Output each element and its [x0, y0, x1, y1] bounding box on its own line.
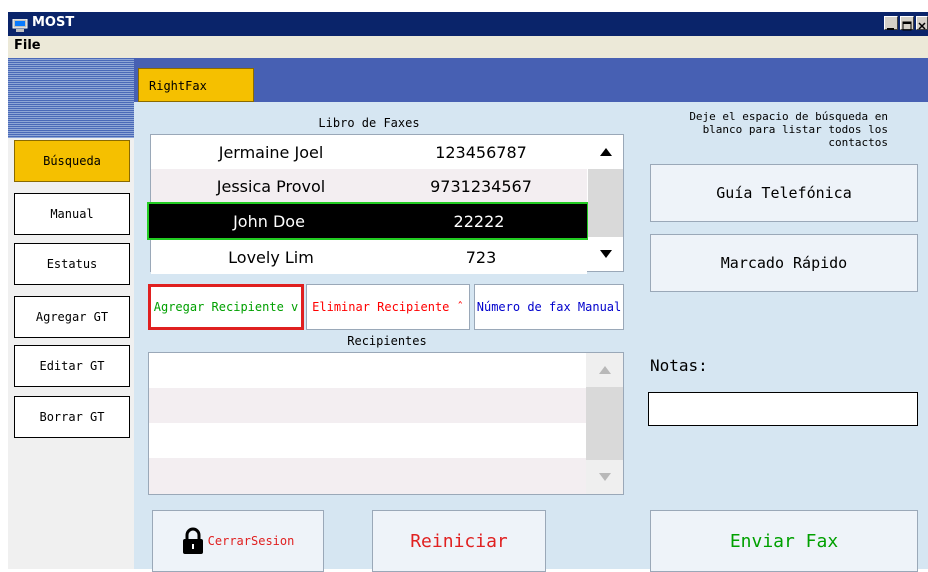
add-recipient-button[interactable]: Agregar Recipiente v — [148, 284, 304, 330]
fax-contact-name: Lovely Lim — [228, 247, 314, 267]
computer-icon — [12, 17, 28, 32]
lock-icon — [182, 527, 203, 554]
fax-contact-name: Jessica Provol — [216, 176, 326, 196]
sidebar-item-agregar-gt[interactable]: Agregar GT — [14, 296, 130, 338]
menu-file[interactable]: File — [14, 38, 41, 53]
scroll-up-button[interactable] — [586, 353, 623, 387]
fax-row-selected[interactable]: John Doe 22222 — [147, 202, 589, 240]
minimize-icon — [887, 28, 894, 30]
close-icon — [918, 22, 926, 30]
close-button[interactable] — [916, 16, 928, 30]
sidebar-header — [8, 58, 134, 138]
fax-row[interactable]: Lovely Lim 723 — [151, 240, 587, 274]
logout-label: CerrarSesion — [207, 534, 295, 548]
search-hint: Deje el espacio de búsqueda en blanco pa… — [689, 110, 888, 149]
triangle-up-icon — [598, 366, 611, 374]
reset-button[interactable]: Reiniciar — [372, 510, 546, 572]
sidebar-item-busqueda[interactable]: Búsqueda — [14, 140, 130, 182]
title-bar — [8, 12, 928, 36]
scroll-down-button[interactable] — [588, 237, 623, 271]
sidebar-item-manual[interactable]: Manual — [14, 193, 130, 235]
list-item[interactable] — [149, 353, 586, 388]
fax-contact-name: John Doe — [233, 211, 305, 231]
triangle-down-icon — [599, 250, 612, 258]
fax-contact-number: 723 — [465, 247, 497, 267]
notes-label: Notas: — [650, 356, 708, 375]
fax-contact-number: 123456787 — [435, 142, 527, 162]
fax-contact-number: 9731234567 — [430, 176, 532, 196]
sidebar-item-estatus[interactable]: Estatus — [14, 243, 130, 285]
list-item[interactable] — [149, 423, 586, 458]
notes-input[interactable] — [648, 392, 918, 426]
maximize-button[interactable] — [900, 16, 914, 31]
recipients-title: Recipientes — [347, 334, 427, 348]
list-item[interactable] — [149, 388, 586, 423]
tab-rightfax[interactable]: RightFax — [138, 68, 254, 102]
maximize-icon — [902, 21, 912, 31]
window-title: MOST — [32, 15, 75, 30]
send-fax-button[interactable]: Enviar Fax — [650, 510, 918, 572]
phone-guide-button[interactable]: Guía Telefónica — [650, 164, 918, 222]
manual-fax-button[interactable]: Número de fax Manual — [474, 284, 624, 330]
sidebar-item-borrar-gt[interactable]: Borrar GT — [14, 396, 130, 438]
scroll-up-button[interactable] — [588, 135, 623, 169]
speed-dial-button[interactable]: Marcado Rápido — [650, 234, 918, 292]
minimize-button[interactable] — [884, 16, 898, 30]
scroll-down-button[interactable] — [586, 460, 623, 494]
triangle-down-icon — [598, 473, 611, 481]
fax-row[interactable]: Jessica Provol 9731234567 — [151, 169, 587, 203]
sidebar-item-editar-gt[interactable]: Editar GT — [14, 345, 130, 387]
fax-book-title: Libro de Faxes — [318, 116, 420, 130]
logout-button[interactable]: CerrarSesion — [152, 510, 324, 572]
list-item[interactable] — [149, 458, 586, 494]
fax-contact-name: Jermaine Joel — [218, 142, 324, 162]
fax-contact-number: 22222 — [453, 211, 505, 231]
remove-recipient-button[interactable]: Eliminar Recipiente ˆ — [306, 284, 470, 330]
fax-row[interactable]: Jermaine Joel 123456787 — [151, 135, 587, 169]
triangle-up-icon — [599, 148, 612, 156]
menu-bar — [8, 36, 928, 58]
